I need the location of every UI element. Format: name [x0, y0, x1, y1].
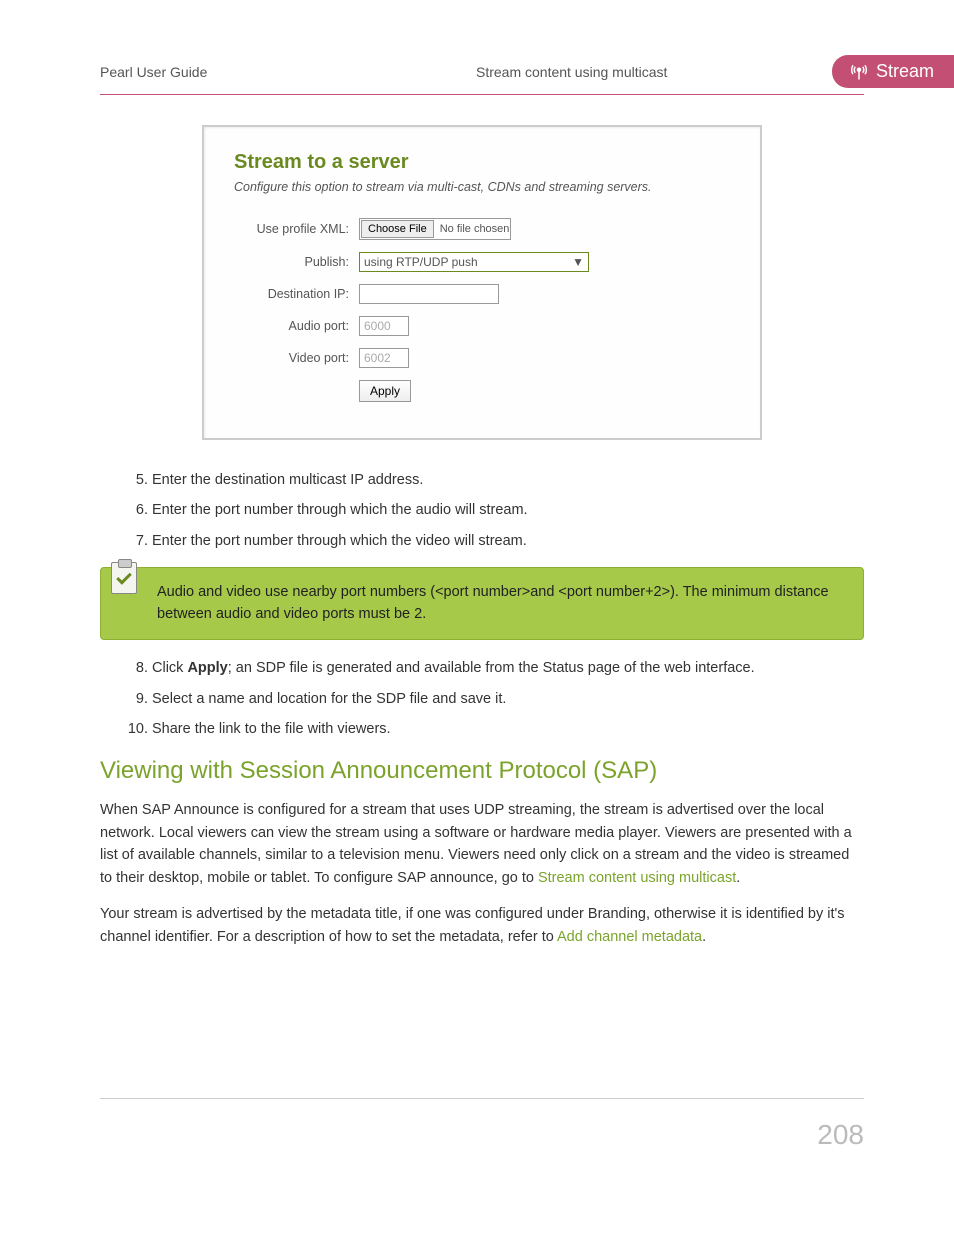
header-guide-title: Pearl User Guide	[100, 64, 456, 80]
no-file-chosen-text: No file chosen	[434, 223, 510, 235]
header-tab-label: Stream	[876, 61, 934, 82]
section-heading-sap: Viewing with Session Announcement Protoc…	[100, 757, 864, 785]
publish-select-value: using RTP/UDP push	[364, 255, 478, 269]
steps-list-a: Enter the destination multicast IP addre…	[100, 470, 864, 551]
label-audio-port: Audio port:	[234, 319, 359, 333]
header-tab-stream: Stream	[832, 55, 954, 88]
apply-button[interactable]: Apply	[359, 380, 411, 402]
step-9: Select a name and location for the SDP f…	[152, 689, 864, 709]
note-callout: Audio and video use nearby port numbers …	[100, 567, 864, 641]
paragraph-1: When SAP Announce is configured for a st…	[100, 799, 864, 889]
stream-to-server-panel: Stream to a server Configure this option…	[202, 125, 762, 440]
row-publish: Publish: using RTP/UDP push ▼	[234, 252, 730, 272]
destination-ip-input[interactable]	[359, 284, 499, 304]
video-port-input[interactable]	[359, 348, 409, 368]
link-add-channel-metadata[interactable]: Add channel metadata	[557, 929, 702, 945]
footer-divider	[100, 1098, 864, 1099]
chevron-down-icon: ▼	[572, 255, 584, 269]
step-5: Enter the destination multicast IP addre…	[152, 470, 864, 490]
step-10: Share the link to the file with viewers.	[152, 719, 864, 739]
note-text: Audio and video use nearby port numbers …	[157, 584, 829, 622]
steps-list-b: Click Apply; an SDP file is generated an…	[100, 658, 864, 739]
step-8: Click Apply; an SDP file is generated an…	[152, 658, 864, 678]
row-destination-ip: Destination IP:	[234, 284, 730, 304]
antenna-icon	[850, 63, 868, 81]
header-section-title: Stream content using multicast	[456, 64, 832, 80]
label-video-port: Video port:	[234, 351, 359, 365]
panel-title: Stream to a server	[234, 151, 730, 174]
audio-port-input[interactable]	[359, 316, 409, 336]
panel-subtitle: Configure this option to stream via mult…	[234, 180, 730, 194]
page-header: Pearl User Guide Stream content using mu…	[100, 55, 864, 95]
label-destination-ip: Destination IP:	[234, 287, 359, 301]
paragraph-2: Your stream is advertised by the metadat…	[100, 903, 864, 948]
link-stream-multicast[interactable]: Stream content using multicast	[538, 870, 736, 886]
step-7: Enter the port number through which the …	[152, 531, 864, 551]
label-profile-xml: Use profile XML:	[234, 222, 359, 236]
step-6: Enter the port number through which the …	[152, 500, 864, 520]
clipboard-check-icon	[111, 562, 141, 598]
row-audio-port: Audio port:	[234, 316, 730, 336]
row-profile-xml: Use profile XML: Choose File No file cho…	[234, 218, 730, 240]
page-number: 208	[100, 1119, 864, 1151]
publish-select[interactable]: using RTP/UDP push ▼	[359, 252, 589, 272]
choose-file-button[interactable]: Choose File	[361, 220, 434, 238]
row-video-port: Video port:	[234, 348, 730, 368]
row-apply: Apply	[234, 380, 730, 402]
label-publish: Publish:	[234, 255, 359, 269]
